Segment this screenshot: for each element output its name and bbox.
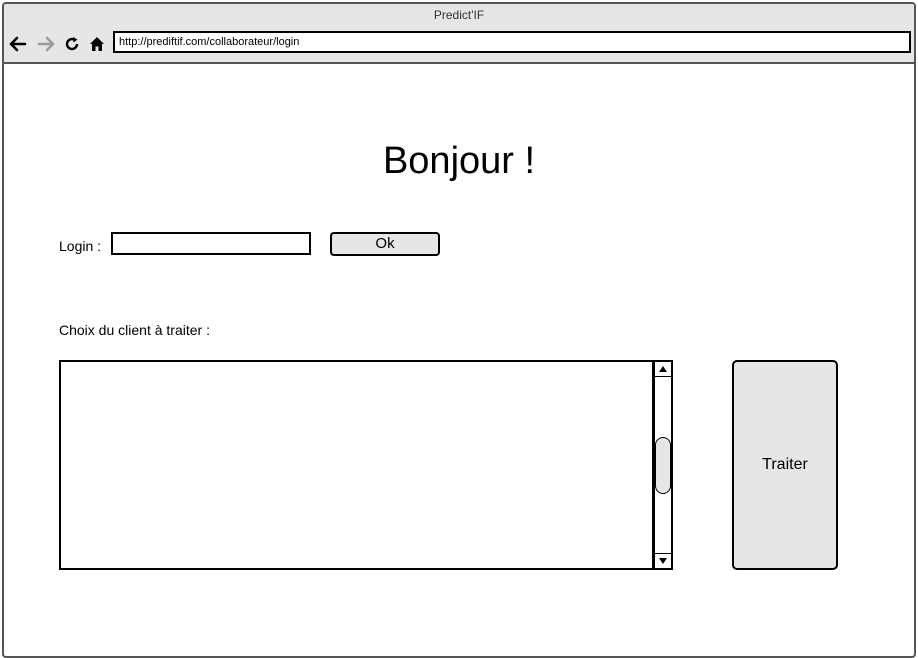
ok-button[interactable]: Ok bbox=[330, 232, 440, 256]
scroll-up-icon[interactable] bbox=[655, 362, 671, 377]
address-bar[interactable]: http://prediftif.com/collaborateur/login bbox=[113, 31, 911, 53]
scroll-thumb[interactable] bbox=[655, 437, 671, 494]
client-choice-label: Choix du client à traiter : bbox=[59, 322, 210, 338]
client-list[interactable] bbox=[59, 360, 673, 570]
window-title: Predict'IF bbox=[433, 8, 485, 22]
traiter-button-label: Traiter bbox=[762, 456, 808, 473]
forward-arrow-icon[interactable] bbox=[36, 34, 56, 54]
back-arrow-icon[interactable] bbox=[8, 34, 28, 54]
reload-icon[interactable] bbox=[62, 34, 82, 54]
browser-window: Predict'IF http://prediftif.com/collabor… bbox=[2, 2, 916, 658]
page-title: Bonjour ! bbox=[382, 140, 536, 182]
login-input[interactable] bbox=[111, 232, 311, 255]
home-icon[interactable] bbox=[87, 34, 107, 54]
list-scrollbar[interactable] bbox=[652, 362, 671, 568]
browser-titlebar: Predict'IF http://prediftif.com/collabor… bbox=[4, 4, 914, 64]
scroll-down-icon[interactable] bbox=[655, 553, 671, 568]
login-label: Login : bbox=[59, 238, 102, 254]
traiter-button[interactable]: Traiter bbox=[732, 360, 838, 570]
